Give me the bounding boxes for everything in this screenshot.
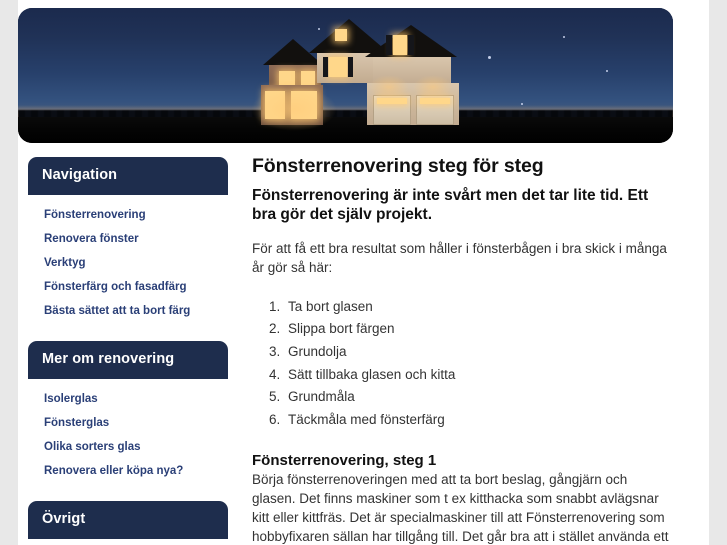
list-item: Grundolja (284, 341, 672, 364)
list-item: Olika sorters glas (28, 437, 228, 455)
shutter (386, 35, 392, 55)
page-title: Fönsterrenovering steg för steg (252, 155, 544, 177)
sidebar-section-mer-om-renovering: Mer om renovering Isolerglas Fönsterglas… (28, 340, 228, 479)
sidebar-item-fonsterrenovering[interactable]: Fönsterrenovering (28, 208, 146, 222)
garage-window-lit (377, 98, 407, 104)
sidebar-item-renovera-fonster[interactable]: Renovera fönster (28, 232, 139, 246)
sidebar-item-fonsterglas[interactable]: Fönsterglas (28, 416, 109, 430)
shutter (323, 57, 328, 77)
sidebar-item-renovera-eller-kopa[interactable]: Renovera eller köpa nya? (28, 464, 183, 478)
steps-list: Ta bort glasen Slippa bort färgen Grundo… (252, 296, 672, 432)
sidebar-heading-navigation: Navigation (28, 157, 228, 195)
page-subtitle: Fönsterrenovering är inte svårt men det … (252, 187, 649, 224)
step1-heading: Fönsterrenovering, steg 1 (252, 451, 437, 469)
step1-paragraph: Börja fönsterrenoveringen med att ta bor… (252, 471, 669, 545)
sidebar-heading-ovrigt: Övrigt (28, 500, 228, 539)
main-content: Fönsterrenovering steg för steg Fönsterr… (252, 155, 672, 545)
window-lit (335, 29, 347, 41)
list-item: Täckmåla med fönsterfärg (284, 409, 672, 432)
sconce-glow (413, 75, 453, 99)
window-lit (301, 71, 315, 85)
list-item: Slippa bort färgen (284, 318, 672, 341)
list-item: Sätt tillbaka glasen och kitta (284, 364, 672, 387)
shutter (348, 57, 353, 77)
list-item: Grundmåla (284, 386, 672, 409)
sidebar-item-olika-sorters-glas[interactable]: Olika sorters glas (28, 440, 141, 454)
sidebar-section-navigation: Navigation Fönsterrenovering Renovera fö… (28, 157, 228, 319)
list-item: Renovera fönster (28, 229, 228, 247)
shutter (408, 35, 414, 55)
sidebar: Navigation Fönsterrenovering Renovera fö… (28, 157, 228, 545)
list-item: Fönsterglas (28, 413, 228, 431)
sidebar-heading-mer-om-renovering: Mer om renovering (28, 340, 228, 379)
list-item: Ta bort glasen (284, 296, 672, 319)
list-item: Renovera eller köpa nya? (28, 461, 228, 479)
window-lit (329, 57, 347, 77)
sidebar-list-ovrigt: Länkar Sitemap (28, 539, 228, 545)
star-icon (488, 56, 491, 59)
sidebar-section-ovrigt: Övrigt Länkar Sitemap (28, 500, 228, 545)
list-item: Fönsterrenovering (28, 205, 228, 223)
list-item: Bästa sättet att ta bort färg (28, 301, 228, 319)
page-root: Navigation Fönsterrenovering Renovera fö… (0, 0, 727, 545)
sidebar-item-basta-sattet[interactable]: Bästa sättet att ta bort färg (28, 304, 190, 318)
list-item: Fönsterfärg och fasadfärg (28, 277, 228, 295)
window-lit (279, 71, 295, 85)
list-item: Isolerglas (28, 389, 228, 407)
sidebar-item-isolerglas[interactable]: Isolerglas (28, 392, 98, 406)
porch-glow (251, 87, 337, 131)
star-icon (606, 70, 608, 72)
header-banner-image (18, 8, 673, 143)
sidebar-list-mer-om-renovering: Isolerglas Fönsterglas Olika sorters gla… (28, 379, 228, 479)
star-icon (563, 36, 565, 38)
window-lit (393, 35, 407, 55)
sidebar-list-navigation: Fönsterrenovering Renovera fönster Verkt… (28, 195, 228, 319)
sidebar-item-fonsterfarg[interactable]: Fönsterfärg och fasadfärg (28, 280, 187, 294)
list-item: Verktyg (28, 253, 228, 271)
house-illustration (251, 13, 466, 131)
sconce-glow (369, 75, 409, 99)
sidebar-item-verktyg[interactable]: Verktyg (28, 256, 86, 270)
intro-paragraph: För att få ett bra resultat som håller i… (252, 241, 667, 276)
